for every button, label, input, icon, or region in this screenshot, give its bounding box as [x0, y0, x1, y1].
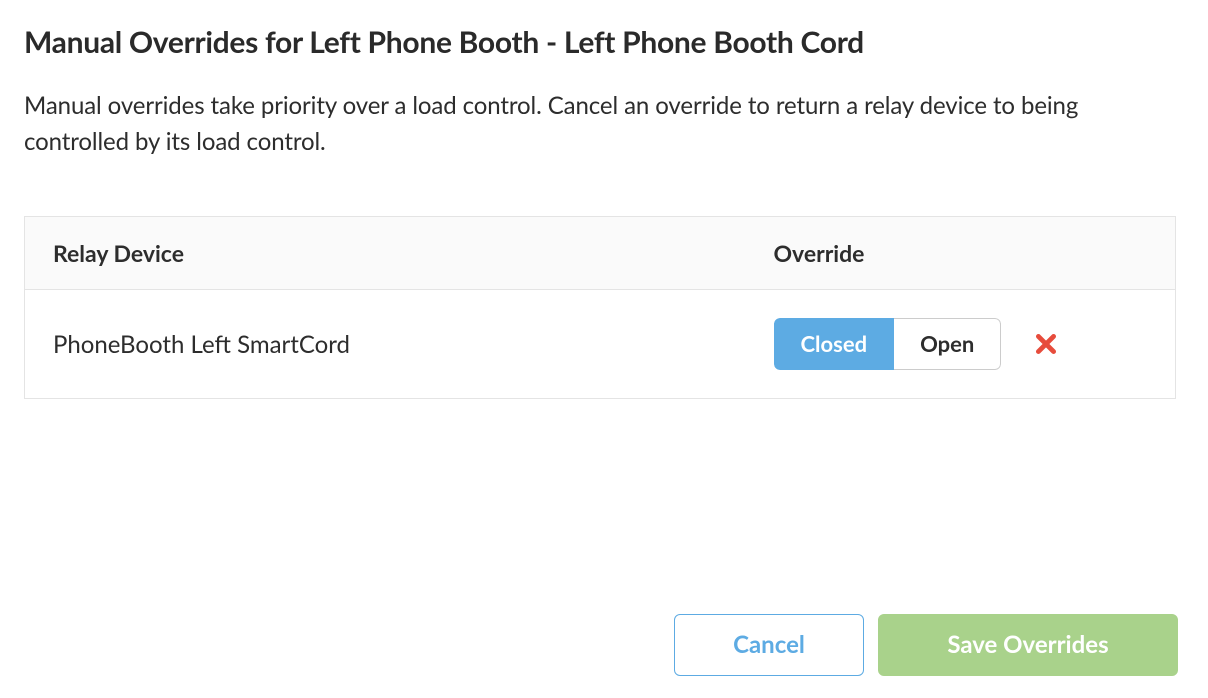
override-closed-button[interactable]: Closed — [774, 318, 895, 370]
device-name-cell: PhoneBooth Left SmartCord — [25, 290, 746, 399]
col-header-relay-device: Relay Device — [25, 217, 746, 290]
dialog-title: Manual Overrides for Left Phone Booth - … — [24, 24, 1184, 60]
footer-buttons: Cancel Save Overrides — [674, 614, 1178, 676]
override-toggle: Closed Open — [774, 318, 1002, 370]
save-overrides-button[interactable]: Save Overrides — [878, 614, 1178, 676]
cancel-button[interactable]: Cancel — [674, 614, 864, 676]
dialog-description: Manual overrides take priority over a lo… — [24, 88, 1144, 160]
table-row: PhoneBooth Left SmartCord Closed Open — [25, 290, 1176, 399]
remove-override-icon[interactable] — [1031, 329, 1061, 359]
overrides-table: Relay Device Override PhoneBooth Left Sm… — [24, 216, 1176, 399]
col-header-override: Override — [746, 217, 1176, 290]
override-open-button[interactable]: Open — [894, 318, 1001, 370]
